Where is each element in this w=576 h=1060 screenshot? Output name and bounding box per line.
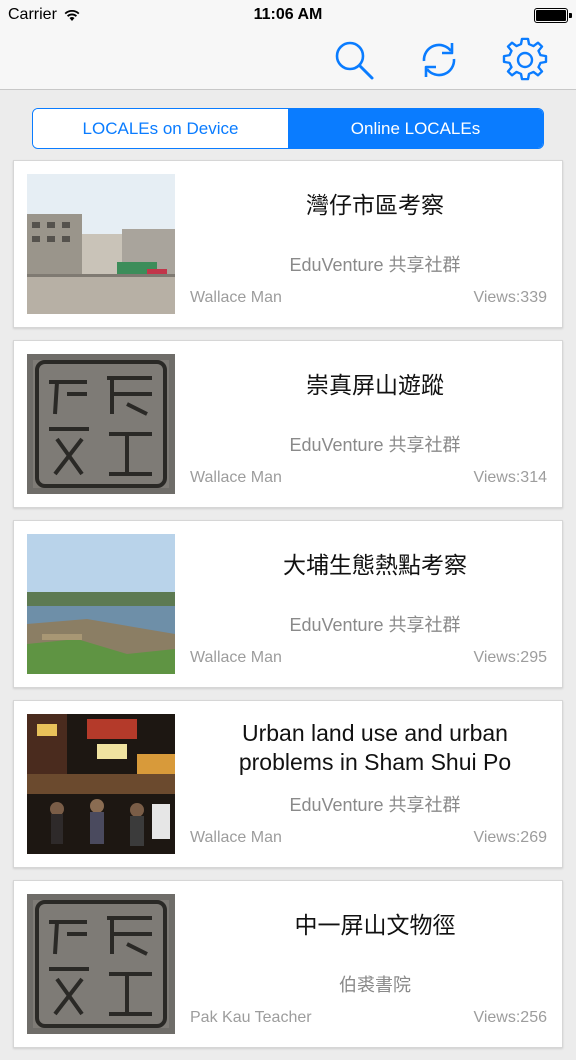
locale-community: EduVenture 共享社群: [289, 435, 461, 455]
status-time: 11:06 AM: [253, 6, 323, 23]
locale-author: Wallace Man: [190, 469, 282, 486]
locale-title: 大埔生態熱點考察: [283, 552, 467, 578]
locale-thumbnail: [27, 354, 175, 494]
locale-author: Wallace Man: [190, 289, 282, 306]
locale-views: Views:314: [473, 469, 547, 486]
locale-card[interactable]: 崇真屏山遊蹤 EduVenture 共享社群 Wallace Man Views…: [13, 340, 563, 508]
locale-community: 伯裘書院: [339, 975, 411, 995]
locale-community: EduVenture 共享社群: [289, 255, 461, 275]
search-icon: [335, 41, 374, 80]
settings-button[interactable]: [501, 36, 549, 84]
locale-card[interactable]: 大埔生態熱點考察 EduVenture 共享社群 Wallace Man Vie…: [13, 520, 563, 688]
refresh-icon: [422, 43, 456, 77]
locale-source-segmented-control: LOCALEs on Device Online LOCALEs: [32, 108, 544, 149]
locale-views: Views:295: [473, 649, 547, 666]
locale-thumbnail: [27, 714, 175, 854]
refresh-button[interactable]: [415, 36, 463, 84]
search-button[interactable]: [330, 36, 378, 84]
locale-title: 灣仔市區考察: [306, 192, 444, 218]
locale-title: Urban land use and urban problems in Sha…: [238, 720, 512, 775]
segment-online-locales[interactable]: Online LOCALEs: [288, 109, 543, 148]
locale-list: 灣仔市區考察 EduVenture 共享社群 Wallace Man Views…: [13, 160, 563, 1060]
battery-icon: [534, 8, 572, 23]
locale-thumbnail: [27, 534, 175, 674]
locale-views: Views:256: [473, 1009, 547, 1026]
segment-locales-on-device[interactable]: LOCALEs on Device: [33, 109, 288, 148]
locale-community: EduVenture 共享社群: [289, 615, 461, 635]
locale-thumbnail: [27, 174, 175, 314]
locale-title: 中一屏山文物徑: [294, 912, 456, 938]
gear-icon: [502, 37, 548, 81]
locale-thumbnail: [27, 894, 175, 1034]
locale-card[interactable]: 灣仔市區考察 EduVenture 共享社群 Wallace Man Views…: [13, 160, 563, 328]
locale-community: EduVenture 共享社群: [289, 795, 461, 815]
navigation-bar: [0, 32, 576, 90]
locale-title: 崇真屏山遊蹤: [306, 372, 444, 398]
locale-author: Wallace Man: [190, 649, 282, 666]
locale-card[interactable]: Urban land use and urban problems in Sha…: [13, 700, 563, 868]
locale-views: Views:339: [473, 289, 547, 306]
status-bar: Carrier 11:06 AM: [0, 0, 576, 32]
locale-author: Wallace Man: [190, 829, 282, 846]
locale-author: Pak Kau Teacher: [190, 1009, 312, 1026]
locale-card[interactable]: 中一屏山文物徑 伯裘書院 Pak Kau Teacher Views:256: [13, 880, 563, 1048]
locale-views: Views:269: [473, 829, 547, 846]
